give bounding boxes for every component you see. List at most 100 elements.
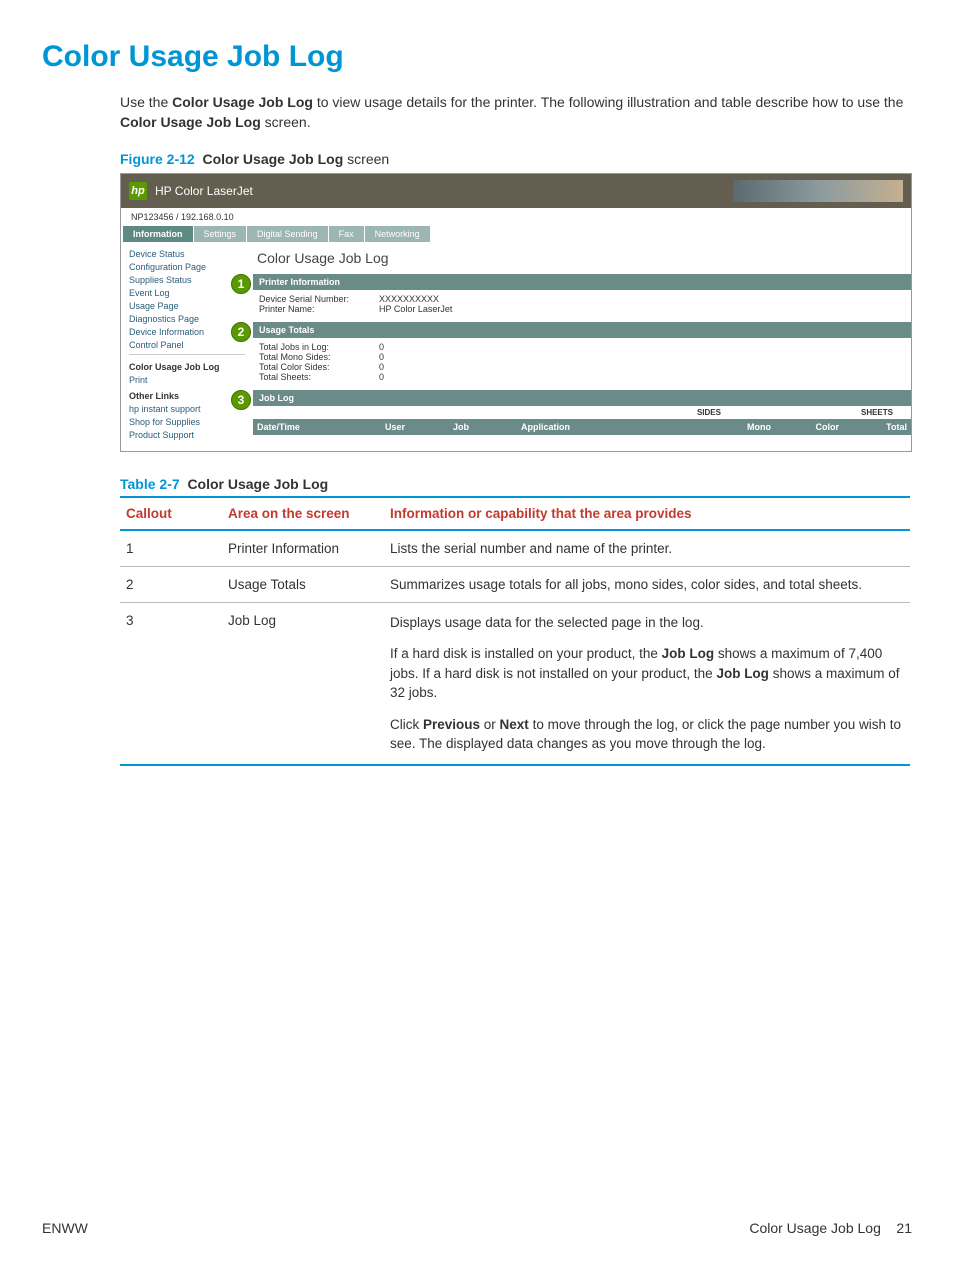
- cell-callout: 3: [120, 602, 222, 765]
- page-footer: ENWW Color Usage Job Log 21: [42, 1220, 912, 1236]
- section-usage-totals-bar: Usage Totals: [253, 322, 911, 338]
- info-p3d: Next: [500, 717, 529, 732]
- intro-text-post: screen.: [261, 114, 311, 130]
- intro-text: Use the: [120, 94, 172, 110]
- sidebar-item-print[interactable]: Print: [129, 375, 245, 385]
- cell-area: Printer Information: [222, 530, 384, 567]
- cell-area: Job Log: [222, 602, 384, 765]
- sidebar-item-event-log[interactable]: Event Log: [129, 288, 245, 298]
- screenshot-page-title: Color Usage Job Log: [253, 246, 911, 274]
- col-color: Color: [775, 419, 843, 435]
- section-job-log-bar: Job Log: [253, 390, 911, 406]
- tab-digital-sending[interactable]: Digital Sending: [247, 226, 328, 242]
- section-printer-info-body: Device Serial Number:XXXXXXXXXX Printer …: [253, 290, 911, 322]
- sidebar-item-diagnostics-page[interactable]: Diagnostics Page: [129, 314, 245, 324]
- cell-info: Displays usage data for the selected pag…: [384, 602, 910, 765]
- tab-fax[interactable]: Fax: [329, 226, 364, 242]
- printer-name-label: Printer Name:: [259, 304, 379, 314]
- sidebar-item-device-status[interactable]: Device Status: [129, 249, 245, 259]
- sidebar-item-product-support[interactable]: Product Support: [129, 430, 245, 440]
- info-p2b: Job Log: [662, 646, 715, 661]
- callout-2-icon: 2: [231, 322, 251, 342]
- th-info: Information or capability that the area …: [384, 497, 910, 530]
- cell-area: Usage Totals: [222, 566, 384, 602]
- section-printer-info-bar: Printer Information: [253, 274, 911, 290]
- banner-image: [733, 180, 903, 202]
- figure-title-bold: Color Usage Job Log: [202, 151, 343, 167]
- totals-sheets-label: Total Sheets:: [259, 372, 379, 382]
- product-name: HP Color LaserJet: [155, 184, 253, 198]
- table-caption: Table 2-7 Color Usage Job Log: [120, 476, 912, 492]
- figure-title-rest: screen: [343, 151, 389, 167]
- totals-sheets-value: 0: [379, 372, 384, 382]
- th-area: Area on the screen: [222, 497, 384, 530]
- info-p3b: Previous: [423, 717, 480, 732]
- col-mono: Mono: [707, 419, 775, 435]
- info-p2d: Job Log: [716, 666, 769, 681]
- sidebar-item-device-info[interactable]: Device Information: [129, 327, 245, 337]
- hp-logo-icon: hp: [129, 182, 147, 200]
- th-callout: Callout: [120, 497, 222, 530]
- sidebar-item-usage-page[interactable]: Usage Page: [129, 301, 245, 311]
- cell-callout: 1: [120, 530, 222, 567]
- screenshot-sidebar: Device Status Configuration Page Supplie…: [121, 242, 253, 451]
- tab-networking[interactable]: Networking: [365, 226, 430, 242]
- footer-left: ENWW: [42, 1220, 88, 1236]
- totals-jobs-value: 0: [379, 342, 384, 352]
- group-sides: SIDES: [697, 408, 721, 417]
- job-log-group-headers: SIDES SHEETS: [253, 406, 911, 419]
- info-p2a: If a hard disk is installed on your prod…: [390, 646, 662, 661]
- sidebar-item-color-usage-job-log[interactable]: Color Usage Job Log: [129, 362, 245, 372]
- totals-mono-label: Total Mono Sides:: [259, 352, 379, 362]
- sidebar-item-instant-support[interactable]: hp instant support: [129, 404, 245, 414]
- intro-bold-1: Color Usage Job Log: [172, 94, 313, 110]
- col-datetime: Date/Time: [253, 419, 381, 435]
- totals-mono-value: 0: [379, 352, 384, 362]
- table-row: 3 Job Log Displays usage data for the se…: [120, 602, 910, 765]
- sidebar-other-links-head: Other Links: [129, 391, 245, 401]
- info-p1: Displays usage data for the selected pag…: [390, 613, 904, 633]
- page-title: Color Usage Job Log: [42, 40, 912, 74]
- printer-name-value: HP Color LaserJet: [379, 304, 452, 314]
- col-application: Application: [517, 419, 707, 435]
- totals-color-label: Total Color Sides:: [259, 362, 379, 372]
- tab-settings[interactable]: Settings: [194, 226, 247, 242]
- info-p3c: or: [480, 717, 500, 732]
- intro-paragraph: Use the Color Usage Job Log to view usag…: [120, 92, 912, 133]
- sidebar-item-supplies-status[interactable]: Supplies Status: [129, 275, 245, 285]
- sidebar-item-control-panel[interactable]: Control Panel: [129, 340, 245, 350]
- info-p2: If a hard disk is installed on your prod…: [390, 644, 904, 703]
- job-log-header-row: Date/Time User Job Application Mono Colo…: [253, 419, 911, 435]
- callout-1-icon: 1: [231, 274, 251, 294]
- table-label: Table 2-7: [120, 476, 180, 492]
- table-row: 2 Usage Totals Summarizes usage totals f…: [120, 566, 910, 602]
- screenshot-topbar: hp HP Color LaserJet: [121, 174, 911, 208]
- info-p3a: Click: [390, 717, 423, 732]
- table-row: 1 Printer Information Lists the serial n…: [120, 530, 910, 567]
- col-user: User: [381, 419, 449, 435]
- serial-value: XXXXXXXXXX: [379, 294, 439, 304]
- footer-right: Color Usage Job Log 21: [749, 1220, 912, 1236]
- sidebar-item-shop-supplies[interactable]: Shop for Supplies: [129, 417, 245, 427]
- totals-jobs-label: Total Jobs in Log:: [259, 342, 379, 352]
- figure-label: Figure 2-12: [120, 151, 195, 167]
- section-usage-totals-body: Total Jobs in Log:0 Total Mono Sides:0 T…: [253, 338, 911, 390]
- footer-page-number: 21: [896, 1220, 912, 1236]
- cell-info: Summarizes usage totals for all jobs, mo…: [384, 566, 910, 602]
- col-job: Job: [449, 419, 517, 435]
- sidebar-item-config-page[interactable]: Configuration Page: [129, 262, 245, 272]
- screenshot-tabs: Information Settings Digital Sending Fax…: [121, 226, 911, 242]
- intro-bold-2: Color Usage Job Log: [120, 114, 261, 130]
- serial-label: Device Serial Number:: [259, 294, 379, 304]
- footer-section-name: Color Usage Job Log: [749, 1220, 881, 1236]
- info-p3: Click Previous or Next to move through t…: [390, 715, 904, 754]
- figure-caption: Figure 2-12 Color Usage Job Log screen: [120, 151, 912, 167]
- ip-line: NP123456 / 192.168.0.10: [121, 208, 911, 226]
- screenshot: hp HP Color LaserJet NP123456 / 192.168.…: [120, 173, 912, 452]
- callout-3-icon: 3: [231, 390, 251, 410]
- table-title: Color Usage Job Log: [187, 476, 328, 492]
- cell-callout: 2: [120, 566, 222, 602]
- group-sheets: SHEETS: [861, 408, 893, 417]
- tab-information[interactable]: Information: [123, 226, 193, 242]
- intro-text-mid: to view usage details for the printer. T…: [313, 94, 903, 110]
